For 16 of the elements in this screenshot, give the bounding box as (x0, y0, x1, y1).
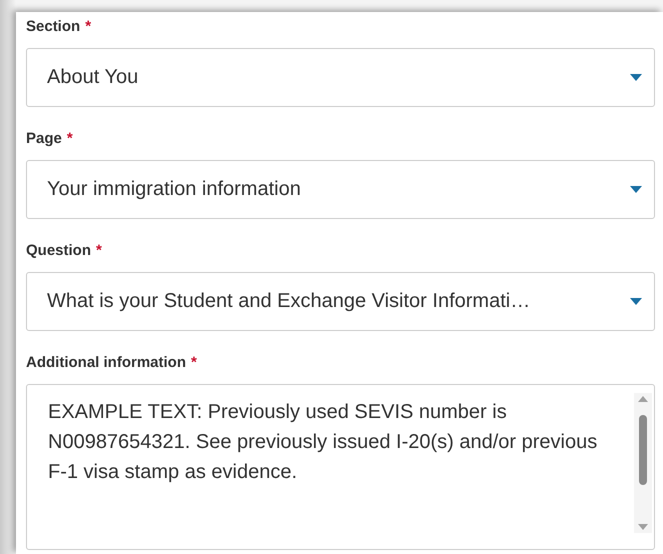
required-mark: * (96, 242, 102, 259)
field-label: Page (26, 130, 62, 147)
required-mark: * (66, 130, 73, 147)
field-label: Section (26, 18, 80, 35)
required-mark: * (85, 18, 92, 35)
dropdown-field[interactable]: What is your Student and Exchange Visitor Informati… (26, 272, 655, 331)
required-mark: * (190, 354, 197, 371)
text-area-field[interactable]: EXAMPLE TEXT: Previously used SEVIS number is N00987654321. See previously issued I-20(s) and/or previous F-1 visa stamp as evidence. (26, 384, 655, 550)
field-label: Additional information (26, 354, 186, 371)
caret-icon (630, 186, 642, 193)
scrollbar-icon[interactable] (634, 393, 652, 533)
caret-icon (630, 74, 642, 81)
caret-icon (630, 298, 642, 305)
field-label: Question (26, 242, 92, 259)
dropdown-field[interactable]: About You (26, 48, 655, 107)
dropdown-field[interactable]: Your immigration information (26, 160, 655, 219)
